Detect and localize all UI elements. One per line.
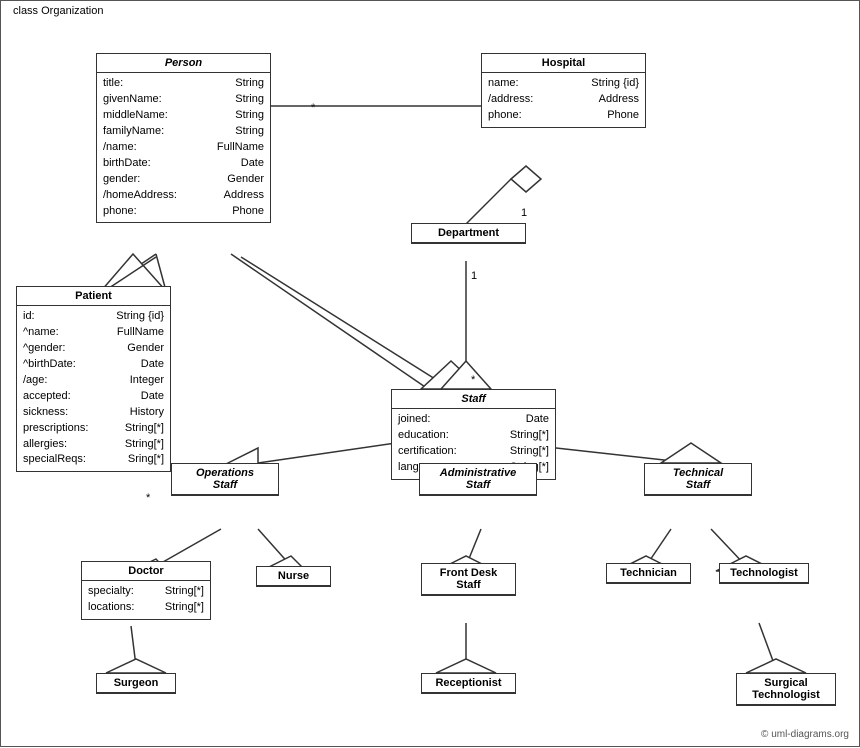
class-staff-title: Staff — [392, 390, 555, 409]
class-doctor-body: specialty:String[*] locations:String[*] — [82, 581, 210, 619]
svg-text:*: * — [146, 492, 151, 504]
class-technical-staff-title: TechnicalStaff — [645, 464, 751, 495]
class-front-desk-staff-title: Front DeskStaff — [422, 564, 515, 595]
class-surgical-technologist-title: SurgicalTechnologist — [737, 674, 835, 705]
svg-text:1: 1 — [521, 207, 527, 219]
class-department-title: Department — [412, 224, 525, 243]
class-nurse-title: Nurse — [257, 567, 330, 586]
class-doctor: Doctor specialty:String[*] locations:Str… — [81, 561, 211, 620]
class-technician: Technician — [606, 563, 691, 584]
class-front-desk-staff: Front DeskStaff — [421, 563, 516, 596]
class-nurse: Nurse — [256, 566, 331, 587]
class-surgical-technologist: SurgicalTechnologist — [736, 673, 836, 706]
class-hospital-body: name:String {id} /address:Address phone:… — [482, 73, 645, 127]
class-person-title: Person — [97, 54, 270, 73]
svg-text:1: 1 — [471, 270, 477, 282]
class-receptionist: Receptionist — [421, 673, 516, 694]
class-receptionist-title: Receptionist — [422, 674, 515, 693]
class-technical-staff: TechnicalStaff — [644, 463, 752, 496]
class-patient-title: Patient — [17, 287, 170, 306]
class-technologist: Technologist — [719, 563, 809, 584]
class-hospital: Hospital name:String {id} /address:Addre… — [481, 53, 646, 128]
svg-text:*: * — [471, 374, 476, 386]
class-operations-staff: OperationsStaff — [171, 463, 279, 496]
class-administrative-staff: AdministrativeStaff — [419, 463, 537, 496]
diagram-title: class Organization — [9, 5, 108, 17]
class-patient: Patient id:String {id} ^name:FullName ^g… — [16, 286, 171, 472]
class-hospital-title: Hospital — [482, 54, 645, 73]
class-person: Person title:String givenName:String mid… — [96, 53, 271, 223]
class-department: Department — [411, 223, 526, 244]
class-technologist-title: Technologist — [720, 564, 808, 583]
copyright-text: © uml-diagrams.org — [761, 729, 849, 740]
svg-text:*: * — [311, 102, 316, 114]
class-technician-title: Technician — [607, 564, 690, 583]
class-doctor-title: Doctor — [82, 562, 210, 581]
class-surgeon: Surgeon — [96, 673, 176, 694]
class-patient-body: id:String {id} ^name:FullName ^gender:Ge… — [17, 306, 170, 471]
class-administrative-staff-title: AdministrativeStaff — [420, 464, 536, 495]
class-surgeon-title: Surgeon — [97, 674, 175, 693]
class-person-body: title:String givenName:String middleName… — [97, 73, 270, 222]
diagram-container: class Organization 1 * * — [0, 0, 860, 747]
class-operations-staff-title: OperationsStaff — [172, 464, 278, 495]
